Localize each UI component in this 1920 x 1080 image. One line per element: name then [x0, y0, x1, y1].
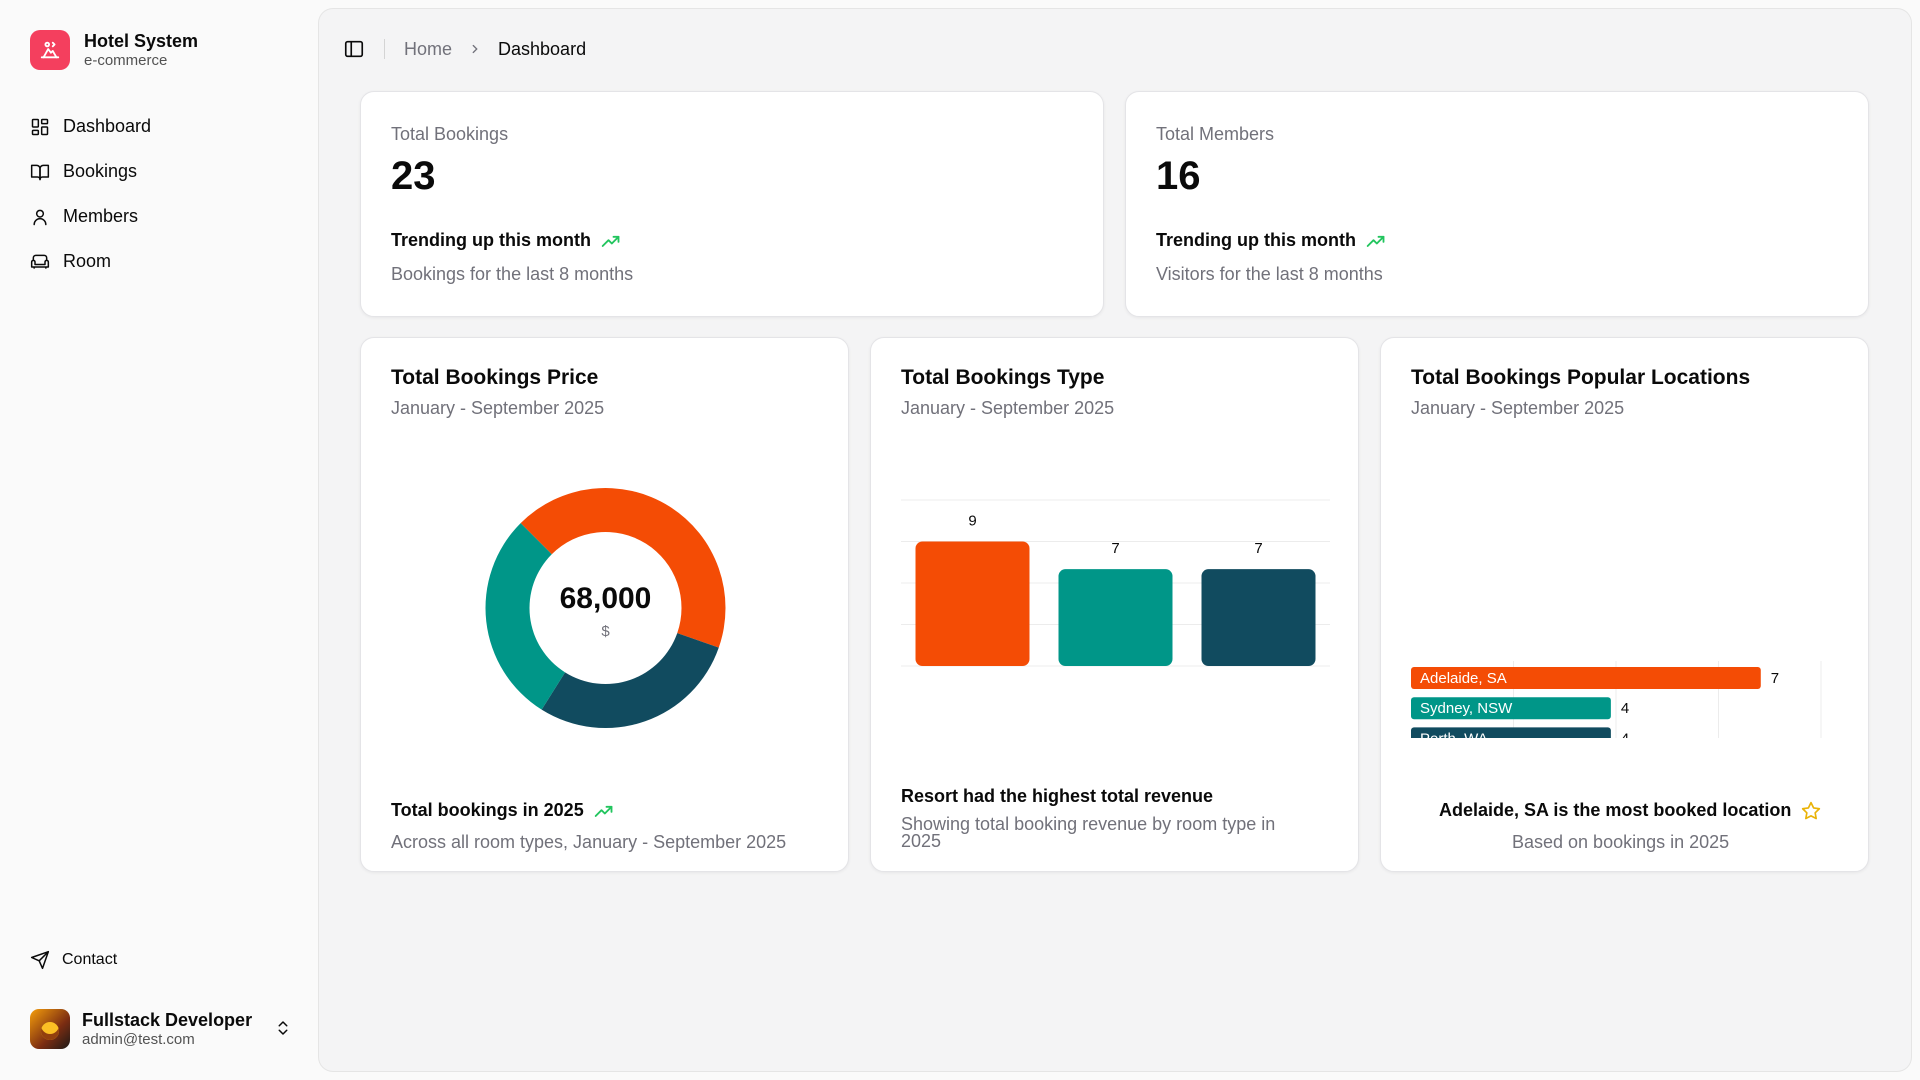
dashboard-icon: [31, 118, 49, 135]
footer-title-text: Total bookings in 2025: [391, 800, 584, 820]
bar-category-label: Sydney, NSW: [1420, 700, 1513, 717]
bar-category-label: Perth, WA: [1420, 730, 1488, 738]
avatar: [30, 1009, 70, 1049]
card-title: Total Bookings Type: [901, 366, 1105, 389]
user-name: Fullstack Developer: [82, 1010, 253, 1030]
trend-label: Trending up this month: [391, 230, 591, 250]
card-footer-sub: Across all room types, January - Septemb…: [391, 832, 787, 852]
card-footer-title: Adelaide, SA is the most booked location: [1439, 800, 1821, 821]
type-card: Total Bookings Type January - September …: [870, 337, 1359, 872]
card-subtitle: January - September 2025: [1411, 398, 1625, 418]
donut-chart: 68,000 $: [485, 488, 726, 728]
bar-value-label: 4: [1621, 700, 1629, 717]
sidebar-item-label: Members: [63, 206, 139, 226]
trending-up-icon: [1366, 235, 1385, 247]
chevron-right-icon: [468, 42, 482, 56]
bar-category-label: Adelaide, SA: [1420, 670, 1507, 687]
sidebar-item-label: Dashboard: [63, 116, 152, 136]
sidebar-nav: Dashboard Bookings Members Room: [28, 104, 298, 284]
sidebar-item-label: Room: [63, 251, 112, 271]
card-title: Total Bookings Popular Locations: [1411, 366, 1751, 389]
sidebar-toggle-icon[interactable]: [343, 38, 365, 60]
footer-title-text: Resort had the highest total revenue: [901, 786, 1214, 806]
breadcrumb-home[interactable]: Home: [404, 39, 452, 60]
bar[interactable]: [1201, 569, 1316, 666]
card-footer-sub: Showing total booking revenue by room ty…: [901, 814, 1276, 834]
main-content: Home Dashboard Total Bookings 23 Trendin…: [319, 9, 1911, 1071]
locations-card: Total Bookings Popular Locations January…: [1380, 337, 1869, 872]
star-icon: [1802, 801, 1821, 819]
trending-up-icon: [601, 235, 620, 247]
trend-label: Trending up this month: [1156, 230, 1356, 250]
stat-label: Total Bookings: [391, 124, 509, 144]
sofa-icon: [30, 254, 50, 269]
hotel-logo-icon: [30, 30, 70, 70]
sidebar-item-members[interactable]: Members: [28, 194, 298, 239]
bar-value-label: 7: [1254, 540, 1262, 557]
card-title: Total Bookings Price: [391, 366, 599, 389]
trend-text: Trending up this month: [1156, 230, 1386, 251]
stat-card-bookings: Total Bookings 23 Trending up this month…: [360, 91, 1104, 317]
stat-card-members: Total Members 16 Trending up this month …: [1125, 91, 1869, 317]
donut-slice[interactable]: [520, 488, 726, 648]
stat-value: 23: [391, 154, 436, 198]
stat-description: Bookings for the last 8 months: [391, 264, 634, 284]
trending-up-icon: [594, 805, 613, 817]
sidebar-item-bookings[interactable]: Bookings: [28, 149, 298, 194]
trend-text: Trending up this month: [391, 230, 621, 251]
send-icon: [30, 950, 50, 970]
card-footer-sub: 2025: [901, 831, 942, 851]
contact-label: Contact: [62, 951, 118, 968]
bar[interactable]: [1058, 569, 1173, 666]
book-icon: [30, 164, 50, 180]
donut-slice[interactable]: [541, 633, 719, 728]
horizontal-bar-chart: Adelaide, SA7Sydney, NSW4Perth, WA4Melbo…: [1411, 661, 1822, 738]
stat-value: 16: [1156, 154, 1201, 198]
user-menu[interactable]: Fullstack Developer admin@test.com: [30, 1009, 292, 1049]
bar[interactable]: [915, 541, 1030, 667]
sidebar-item-room[interactable]: Room: [28, 239, 298, 284]
sidebar-item-label: Bookings: [63, 161, 138, 181]
bar-chart: 9Resort7Villa7Hotel: [901, 499, 1330, 667]
topbar: Home Dashboard: [343, 38, 586, 60]
price-card: Total Bookings Price January - September…: [360, 337, 849, 872]
donut-center-value: 68,000: [560, 582, 652, 615]
contact-link[interactable]: Contact: [30, 950, 117, 970]
stat-description: Visitors for the last 8 months: [1156, 264, 1383, 284]
user-email: admin@test.com: [82, 1031, 195, 1048]
donut-center-unit: $: [601, 623, 610, 640]
brand[interactable]: Hotel System e-commerce: [30, 30, 198, 70]
footer-title-text: Adelaide, SA is the most booked location: [1439, 800, 1792, 820]
bar-value-label: 7: [1111, 540, 1119, 557]
bar-value-label: 9: [968, 513, 976, 530]
card-subtitle: January - September 2025: [901, 398, 1115, 418]
bar-value-label: 7: [1771, 670, 1779, 687]
card-footer-title: Resort had the highest total revenue: [901, 786, 1213, 807]
card-subtitle: January - September 2025: [391, 398, 605, 418]
app-subtitle: e-commerce: [84, 52, 168, 69]
breadcrumb-current: Dashboard: [498, 38, 587, 59]
user-icon: [33, 209, 47, 225]
app-title: Hotel System: [84, 31, 199, 51]
bar-value-label: 4: [1621, 730, 1629, 738]
card-footer-title: Total bookings in 2025: [391, 800, 614, 821]
chevrons-up-down-icon: [278, 1021, 288, 1035]
sidebar: Hotel System e-commerce Dashboard Bookin…: [0, 0, 318, 1080]
stat-label: Total Members: [1156, 124, 1275, 144]
card-footer-sub: Based on bookings in 2025: [1512, 832, 1730, 852]
divider: [384, 39, 385, 59]
sidebar-item-dashboard[interactable]: Dashboard: [28, 104, 298, 149]
